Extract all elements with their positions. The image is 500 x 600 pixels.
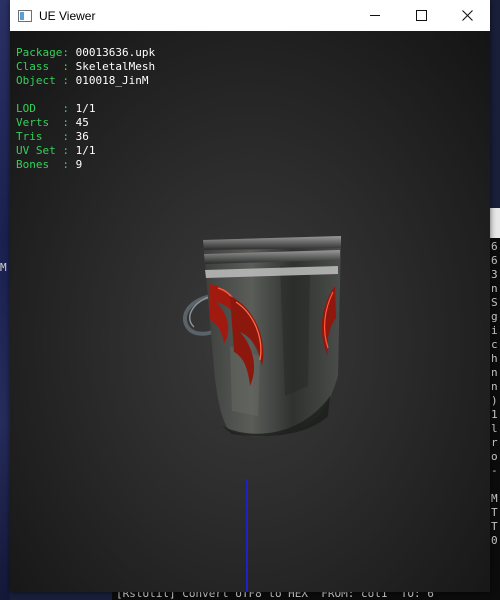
tris-info: Tris : 36 [16,130,89,144]
object-label: Object : [16,74,69,87]
verts-info: Verts : 45 [16,116,89,130]
package-info: Package: 00013636.upk [16,46,155,60]
close-icon [461,10,473,21]
minimize-button[interactable] [352,0,398,31]
tris-value: 36 [75,130,89,143]
desktop-background [0,0,10,600]
lod-value: 1/1 [75,102,96,115]
terminal-text: 6 6 3 n S g i c h n n ) 1 l r o - M T T … [491,240,498,547]
maximize-button[interactable] [398,0,444,31]
close-button[interactable] [444,0,490,31]
package-label: Package: [16,46,69,59]
desktop-text-fragment: M [0,262,7,274]
bones-label: Bones : [16,158,69,171]
maximize-icon [415,10,427,21]
verts-label: Verts : [16,116,69,129]
tris-label: Tris : [16,130,69,143]
bones-info: Bones : 9 [16,158,82,172]
uvset-label: UV Set : [16,144,69,157]
bones-value: 9 [75,158,83,171]
title-bar[interactable]: UE Viewer [10,0,490,31]
object-info: Object : 010018_JinM [16,74,148,88]
3d-viewport[interactable]: Package: 00013636.upk Class : SkeletalMe… [10,31,490,592]
package-value: 00013636.upk [75,46,156,59]
app-icon [18,9,32,22]
lod-label: LOD : [16,102,69,115]
ue-viewer-window: UE Viewer Package: 00013636.upk Class : … [10,0,490,592]
uvset-info: UV Set : 1/1 [16,144,95,158]
window-title: UE Viewer [39,8,96,23]
class-value: SkeletalMesh [75,60,156,73]
uvset-value: 1/1 [75,144,96,157]
object-value: 010018_JinM [75,74,149,87]
class-label: Class : [16,60,69,73]
terminal-scrollbar-area [490,208,500,238]
verts-value: 45 [75,116,89,129]
axis-line [246,479,248,592]
lod-info: LOD : 1/1 [16,102,95,116]
class-info: Class : SkeletalMesh [16,60,155,74]
skeletal-mesh-model[interactable] [170,226,350,441]
minimize-icon [370,15,380,16]
